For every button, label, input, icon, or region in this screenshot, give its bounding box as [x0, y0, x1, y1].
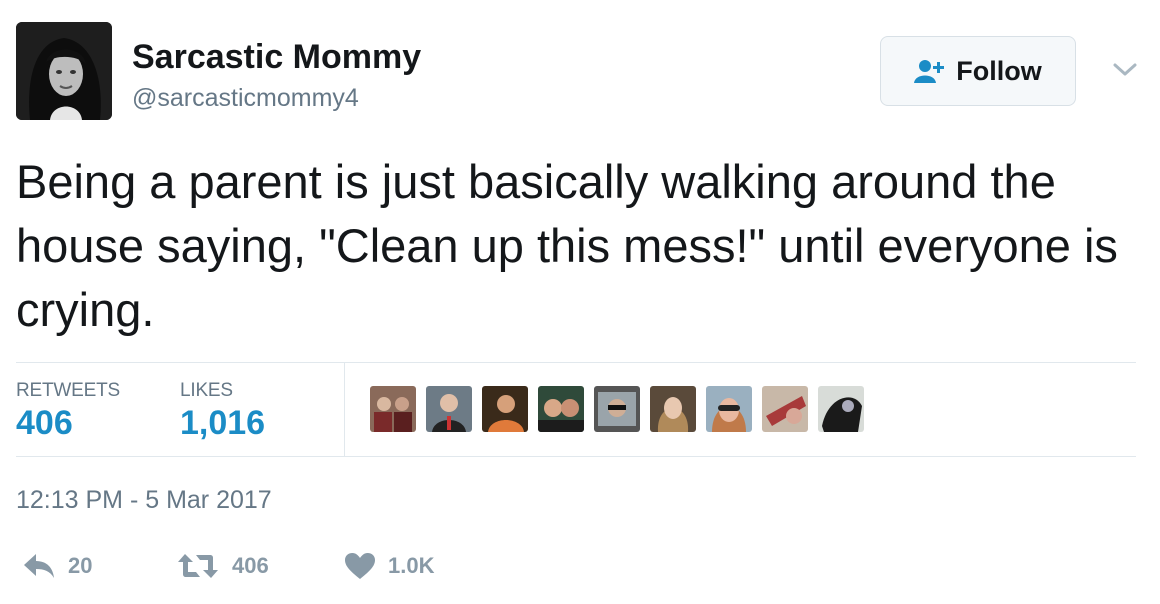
- tweet-timestamp[interactable]: 12:13 PM - 5 Mar 2017: [16, 486, 272, 515]
- divider: [16, 456, 1136, 457]
- divider: [16, 362, 1136, 363]
- heart-icon: [344, 552, 376, 580]
- likers-avatars: [370, 386, 864, 432]
- liker-avatar[interactable]: [650, 386, 696, 432]
- liker-avatar[interactable]: [818, 386, 864, 432]
- liker-avatar[interactable]: [594, 386, 640, 432]
- tweet-text: Being a parent is just basically walking…: [16, 155, 1118, 336]
- retweet-count: 406: [232, 553, 269, 578]
- reply-icon: [22, 552, 56, 580]
- user-handle[interactable]: @sarcasticmommy4: [132, 84, 359, 113]
- retweets-label[interactable]: RETWEETS: [16, 380, 120, 402]
- chevron-down-icon[interactable]: [1110, 54, 1140, 84]
- retweet-icon: [176, 552, 220, 580]
- retweet-button[interactable]: 406: [176, 552, 269, 580]
- liker-avatar[interactable]: [538, 386, 584, 432]
- liker-avatar[interactable]: [370, 386, 416, 432]
- likes-label[interactable]: LIKES: [180, 380, 233, 402]
- stats-separator: [344, 363, 345, 457]
- liker-avatar[interactable]: [482, 386, 528, 432]
- user-avatar[interactable]: [16, 22, 112, 120]
- reply-button[interactable]: 20: [22, 552, 92, 580]
- follow-button-label: Follow: [956, 55, 1042, 86]
- liker-avatar[interactable]: [426, 386, 472, 432]
- liker-avatar[interactable]: [706, 386, 752, 432]
- follow-button[interactable]: Follow: [880, 36, 1076, 106]
- reply-count: 20: [68, 553, 93, 578]
- retweets-count[interactable]: 406: [16, 404, 73, 443]
- like-count: 1.0K: [388, 553, 435, 578]
- likes-count[interactable]: 1,016: [180, 404, 265, 443]
- like-button[interactable]: 1.0K: [344, 552, 434, 580]
- user-display-name[interactable]: Sarcastic Mommy: [132, 38, 421, 77]
- person-add-icon: [914, 58, 946, 84]
- liker-avatar[interactable]: [762, 386, 808, 432]
